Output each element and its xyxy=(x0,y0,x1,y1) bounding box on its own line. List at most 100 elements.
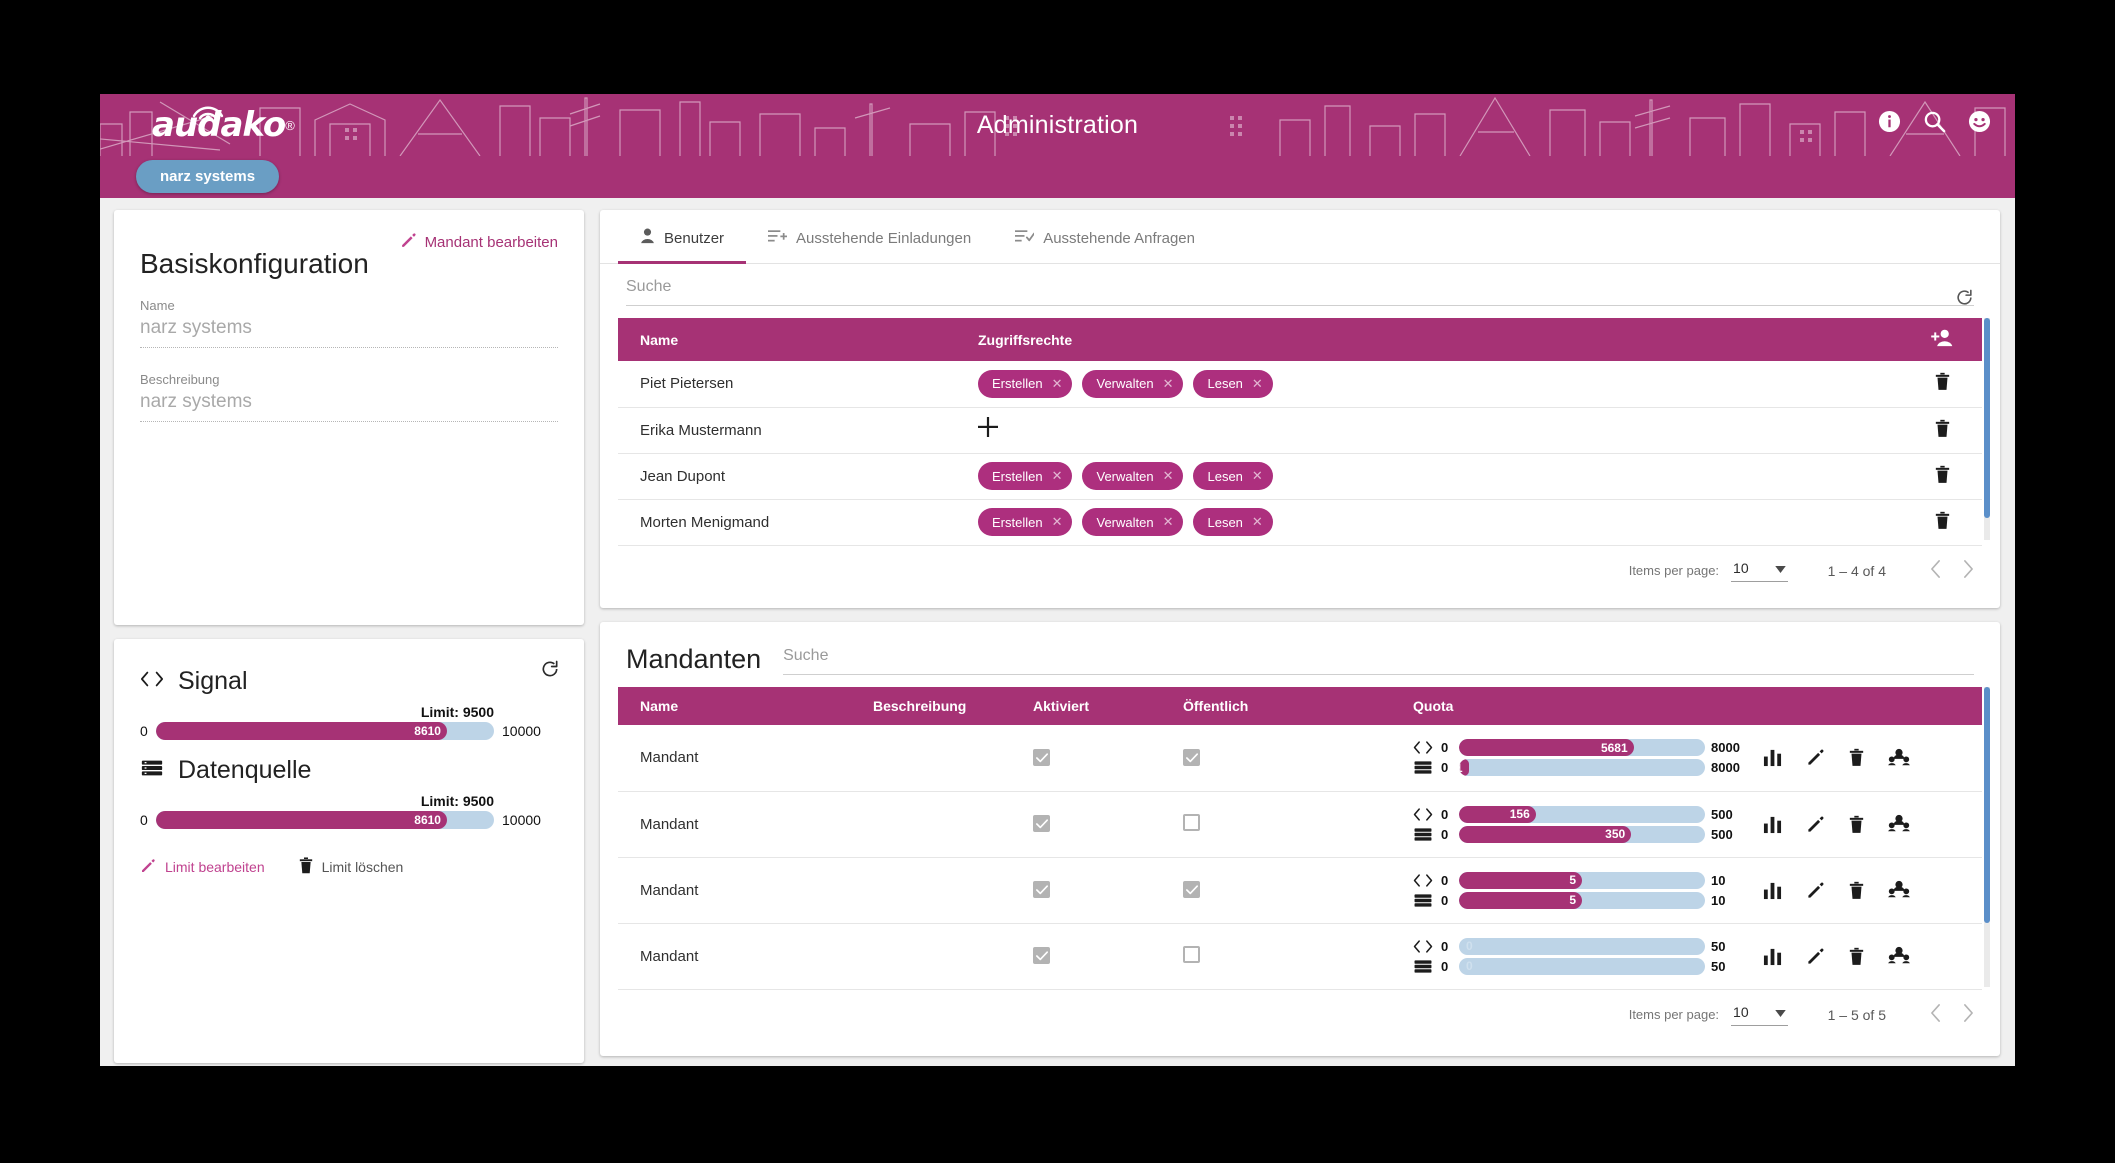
pencil-icon[interactable] xyxy=(1806,947,1825,966)
trash-icon[interactable] xyxy=(1935,511,1950,534)
add-right-icon[interactable] xyxy=(978,417,998,442)
chip-remove-icon[interactable]: ✕ xyxy=(1052,468,1063,484)
table-row[interactable]: Mandant 0 xyxy=(618,725,1982,792)
right-chip[interactable]: Verwalten ✕ xyxy=(1082,462,1184,490)
chip-remove-icon[interactable]: ✕ xyxy=(1252,376,1263,392)
right-chip[interactable]: Lesen ✕ xyxy=(1193,369,1273,398)
checkbox-oeffentlich[interactable] xyxy=(1183,881,1200,899)
info-icon[interactable] xyxy=(1878,110,1901,133)
mandanten-page-range: 1 – 5 of 5 xyxy=(1827,1006,1886,1023)
chip-remove-icon[interactable]: ✕ xyxy=(1252,514,1263,530)
checkbox-aktiviert[interactable] xyxy=(1033,881,1050,899)
right-chip[interactable]: Erstellen ✕ xyxy=(978,369,1073,398)
right-chip[interactable]: Lesen ✕ xyxy=(1193,462,1273,490)
mandant-oeffentlich-cell xyxy=(1183,857,1413,924)
users-col-name: Name xyxy=(618,318,978,361)
users-refresh-icon[interactable] xyxy=(1955,288,1974,312)
tenant-chip[interactable]: narz systems xyxy=(136,160,280,193)
field-beschreibung-value[interactable]: narz systems xyxy=(140,391,558,422)
limit-signal-max: 10000 xyxy=(502,723,541,739)
quota-value: 5681 xyxy=(1600,740,1628,755)
chip-remove-icon[interactable]: ✕ xyxy=(1052,514,1063,530)
group-users-icon[interactable] xyxy=(1888,748,1910,768)
right-chip-label: Erstellen xyxy=(992,468,1043,484)
trash-icon[interactable] xyxy=(1935,465,1950,488)
previous-page-icon[interactable] xyxy=(1930,1004,1941,1025)
database-icon xyxy=(1413,760,1435,775)
chip-remove-icon[interactable]: ✕ xyxy=(1163,468,1174,484)
table-row[interactable]: Mandant 0 xyxy=(618,923,1982,990)
chip-remove-icon[interactable]: ✕ xyxy=(1163,514,1174,530)
edit-limit-button[interactable]: Limit bearbeiten xyxy=(140,858,265,877)
table-row[interactable]: Erika Mustermann xyxy=(618,407,1982,454)
users-card: Benutzer Ausstehende Einladungen Aussteh… xyxy=(600,210,2000,608)
mandant-aktiviert-cell xyxy=(1033,923,1183,990)
checkbox-oeffentlich[interactable] xyxy=(1183,813,1200,831)
pencil-icon[interactable] xyxy=(1806,748,1825,767)
group-users-icon[interactable] xyxy=(1888,814,1910,834)
table-row[interactable]: Jean Dupont Erstellen ✕ Verwalten ✕ Lesen ✕ xyxy=(618,453,1982,500)
group-users-icon[interactable] xyxy=(1888,946,1910,966)
tab-benutzer[interactable]: Benutzer xyxy=(618,210,747,264)
tab-ausstehende-anfragen[interactable]: Ausstehende Anfragen xyxy=(993,210,1217,263)
trash-icon[interactable] xyxy=(1849,748,1864,767)
trash-icon[interactable] xyxy=(1935,419,1950,442)
right-chip[interactable]: Erstellen ✕ xyxy=(978,462,1073,490)
table-row[interactable]: Mandant 0 xyxy=(618,857,1982,924)
next-page-icon[interactable] xyxy=(1963,1004,1974,1025)
chip-remove-icon[interactable]: ✕ xyxy=(1052,376,1063,392)
trash-icon[interactable] xyxy=(1849,881,1864,900)
chart-icon[interactable] xyxy=(1763,815,1782,834)
group-users-icon[interactable] xyxy=(1888,880,1910,900)
field-name-value[interactable]: narz systems xyxy=(140,317,558,348)
search-icon[interactable] xyxy=(1923,110,1946,133)
table-row[interactable]: Mandant 0 xyxy=(618,791,1982,858)
next-page-icon[interactable] xyxy=(1963,560,1974,581)
quota-max: 50 xyxy=(1711,938,1726,954)
users-scrollbar-thumb[interactable] xyxy=(1984,318,1990,518)
user-name: Erika Mustermann xyxy=(618,407,978,454)
chart-icon[interactable] xyxy=(1763,748,1782,767)
mandant-row-actions xyxy=(1757,880,1910,900)
users-search-input[interactable]: Suche xyxy=(626,278,1974,306)
chip-remove-icon[interactable]: ✕ xyxy=(1252,468,1263,484)
chart-icon[interactable] xyxy=(1763,881,1782,900)
pencil-icon[interactable] xyxy=(1806,881,1825,900)
mandanten-search-input[interactable]: Suche xyxy=(783,647,1974,675)
quota-max: 500 xyxy=(1711,826,1733,842)
delete-limit-button[interactable]: Limit löschen xyxy=(299,857,403,877)
add-user-icon[interactable] xyxy=(1931,329,1953,350)
mandanten-scrollbar-thumb[interactable] xyxy=(1984,687,1990,923)
mandant-beschreibung xyxy=(873,923,1033,990)
tab-ausstehende-einladungen[interactable]: Ausstehende Einladungen xyxy=(746,210,993,263)
list-plus-icon xyxy=(768,228,788,248)
checkbox-aktiviert[interactable] xyxy=(1033,749,1050,766)
checkbox-aktiviert[interactable] xyxy=(1033,947,1050,965)
trash-icon[interactable] xyxy=(1849,815,1864,834)
user-rights: Erstellen ✕ Verwalten ✕ Lesen ✕ xyxy=(978,499,1902,546)
trash-icon[interactable] xyxy=(1935,373,1950,395)
checkbox-oeffentlich[interactable] xyxy=(1183,945,1200,963)
right-chip[interactable]: Verwalten ✕ xyxy=(1082,369,1184,398)
checkbox-oeffentlich[interactable] xyxy=(1183,749,1200,766)
right-chip[interactable]: Verwalten ✕ xyxy=(1082,508,1184,536)
table-row[interactable]: Morten Menigmand Erstellen ✕ Verwalten ✕ L… xyxy=(618,499,1982,546)
refresh-icon[interactable] xyxy=(540,659,560,684)
user-delete-cell xyxy=(1902,499,1982,546)
mandanten-items-per-page-select[interactable]: 10 xyxy=(1731,1004,1788,1026)
users-items-per-page-select[interactable]: 10 xyxy=(1731,560,1788,582)
right-chip[interactable]: Lesen ✕ xyxy=(1193,508,1273,536)
edit-tenant-link[interactable]: Mandant bearbeiten xyxy=(400,232,558,253)
limit-datenquelle-bar: 8610 xyxy=(155,811,494,829)
right-chip[interactable]: Erstellen ✕ xyxy=(978,508,1073,536)
chart-icon[interactable] xyxy=(1763,947,1782,966)
checkbox-aktiviert[interactable] xyxy=(1033,815,1050,833)
table-row[interactable]: Piet Pietersen Erstellen ✕ Verwalten ✕ Les… xyxy=(618,361,1982,408)
pencil-icon[interactable] xyxy=(1806,815,1825,834)
mandanten-table-wrap: Name Beschreibung Aktiviert Öffentlich Q… xyxy=(618,687,1990,990)
previous-page-icon[interactable] xyxy=(1930,560,1941,581)
trash-icon[interactable] xyxy=(1849,947,1864,966)
code-brackets-icon xyxy=(1413,939,1435,954)
account-face-icon[interactable] xyxy=(1968,110,1991,133)
chip-remove-icon[interactable]: ✕ xyxy=(1163,376,1174,392)
